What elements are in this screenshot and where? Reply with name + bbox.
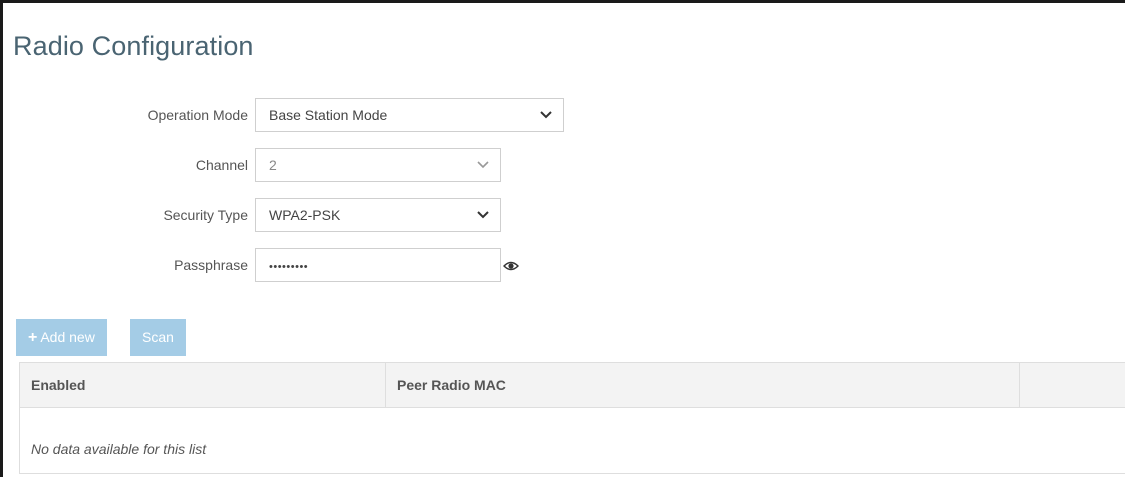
column-header-enabled[interactable]: Enabled	[20, 363, 385, 407]
eye-icon[interactable]	[503, 259, 519, 271]
security-type-label: Security Type	[163, 207, 248, 223]
passphrase-label: Passphrase	[174, 257, 248, 273]
passphrase-input[interactable]: •••••••••	[255, 248, 501, 282]
chevron-down-icon	[476, 157, 490, 171]
column-header-peer-radio-mac[interactable]: Peer Radio MAC	[385, 363, 1019, 407]
empty-list-message: No data available for this list	[31, 441, 207, 457]
chevron-down-icon	[476, 207, 490, 221]
security-type-row: Security Type	[3, 197, 248, 233]
security-type-value: WPA2-PSK	[269, 207, 341, 223]
add-new-button[interactable]: + Add new	[16, 319, 107, 356]
operation-mode-select[interactable]: Base Station Mode	[255, 98, 564, 132]
channel-label: Channel	[195, 157, 248, 173]
chevron-down-icon	[539, 107, 553, 121]
operation-mode-value: Base Station Mode	[269, 107, 388, 123]
scan-button[interactable]: Scan	[130, 319, 186, 356]
operation-mode-row: Operation Mode	[3, 97, 248, 133]
plus-icon: +	[28, 329, 38, 346]
scan-label: Scan	[142, 329, 174, 345]
page-title: Radio Configuration	[13, 31, 254, 61]
page-frame: Radio Configuration Operation Mode Base …	[0, 0, 1125, 477]
passphrase-row: Passphrase	[3, 247, 248, 283]
security-type-select[interactable]: WPA2-PSK	[255, 198, 501, 232]
table-header: Enabled Peer Radio MAC	[20, 363, 1125, 408]
operation-mode-label: Operation Mode	[147, 107, 248, 123]
channel-row: Channel	[3, 147, 248, 183]
add-new-label: Add new	[40, 329, 95, 345]
peer-radio-table: Enabled Peer Radio MAC No data available…	[19, 362, 1125, 474]
channel-value: 2	[269, 157, 277, 173]
column-header-actions	[1019, 363, 1125, 407]
passphrase-value: •••••••••	[269, 261, 309, 273]
channel-select[interactable]: 2	[255, 148, 501, 182]
